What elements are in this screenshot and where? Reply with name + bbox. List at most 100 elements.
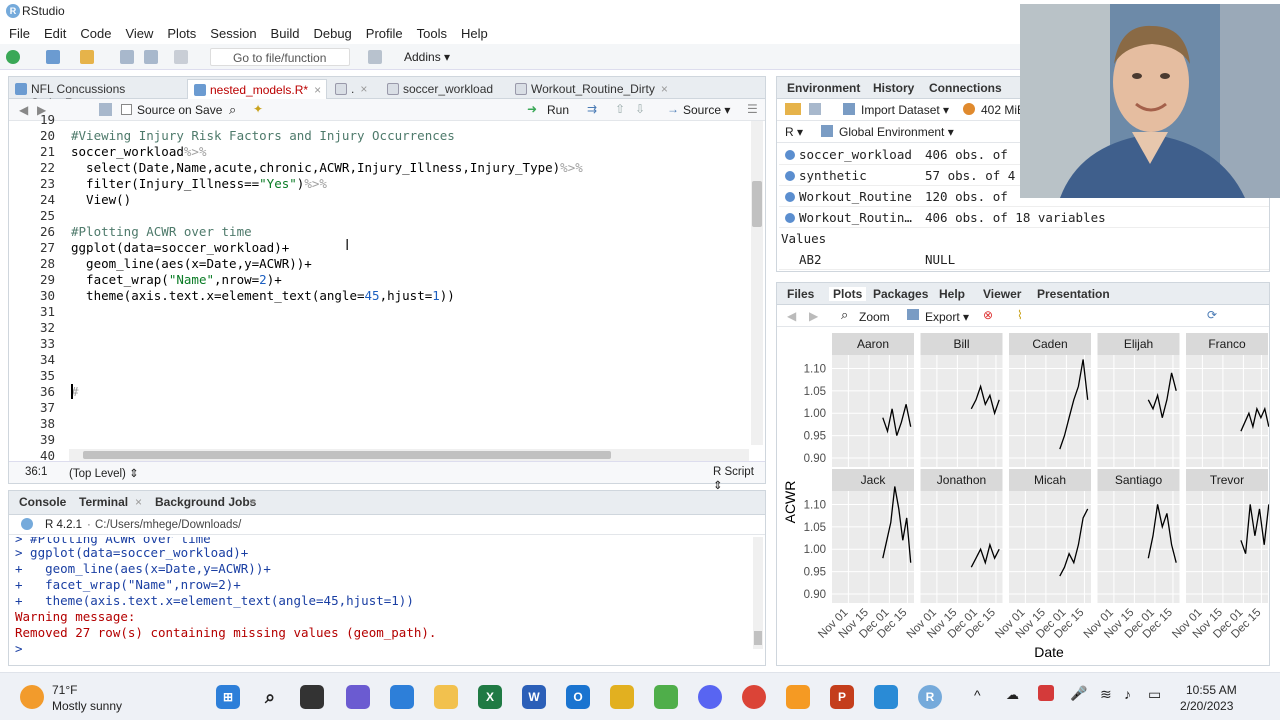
code-line-30[interactable]: theme(axis.text.x=element_text(angle=45,… (71, 288, 455, 303)
weather-temperature[interactable]: 71°F (52, 683, 77, 697)
microsoft-store-icon[interactable] (390, 685, 414, 709)
memory-usage[interactable]: 402 MiB (981, 103, 1025, 117)
editor-vertical-scrollbar[interactable] (751, 121, 763, 445)
weather-sun-icon[interactable] (20, 685, 44, 709)
recording-icon[interactable] (1038, 685, 1054, 701)
addins-button[interactable]: Addins ▾ (404, 50, 450, 64)
import-dataset-button[interactable]: Import Dataset ▾ (861, 103, 949, 117)
outline-icon[interactable]: ☰ (747, 102, 758, 116)
expand-icon[interactable] (785, 192, 795, 202)
task-view-icon[interactable] (300, 685, 324, 709)
volume-icon[interactable]: ♪ (1124, 686, 1131, 702)
source-button[interactable]: Source ▾ (683, 103, 730, 117)
clock-date[interactable]: 2/20/2023 (1180, 699, 1233, 713)
source-on-save-checkbox[interactable] (121, 104, 132, 115)
code-line-29[interactable]: facet_wrap("Name",nrow=2)+ (71, 272, 282, 287)
code-line-23[interactable]: filter(Injury_Illness=="Yes")%>% (71, 176, 327, 191)
tab-connections[interactable]: Connections (929, 81, 1002, 95)
tab-nfl-concussions[interactable]: NFL Concussions Script.R× (9, 79, 181, 110)
editor-horizontal-scrollbar[interactable] (69, 449, 749, 461)
tab-nested-models[interactable]: nested_models.R* × (187, 79, 327, 99)
tab-history[interactable]: History (873, 81, 914, 95)
save-icon[interactable] (120, 50, 134, 64)
remove-plot-icon[interactable]: ⊗ (983, 308, 993, 322)
tab-soccer-workload[interactable]: soccer_workload (381, 79, 505, 99)
save-icon[interactable] (99, 103, 112, 116)
teams-chat-icon[interactable] (346, 685, 370, 709)
close-icon[interactable]: × (249, 495, 256, 509)
chrome-icon[interactable] (742, 685, 766, 709)
snipping-tool-icon[interactable] (654, 685, 678, 709)
expand-icon[interactable] (785, 171, 795, 181)
menu-file[interactable]: File (2, 26, 37, 41)
refresh-icon[interactable]: ⟳ (1207, 308, 1217, 322)
new-file-icon[interactable] (6, 50, 20, 64)
menu-debug[interactable]: Debug (306, 26, 358, 41)
rerun-icon[interactable]: ⇉ (587, 102, 597, 116)
tab-background-jobs[interactable]: Background Jobs (155, 495, 256, 509)
menu-plots[interactable]: Plots (160, 26, 203, 41)
scope-selector[interactable]: Global Environment ▾ (839, 125, 954, 139)
powerbi-icon[interactable] (610, 685, 634, 709)
scroll-thumb[interactable] (752, 181, 762, 227)
zoom-button[interactable]: Zoom (859, 310, 890, 324)
tab-dot[interactable]: . × (329, 79, 379, 99)
powerpoint-icon[interactable]: P (830, 685, 854, 709)
back-arrow-icon[interactable]: ◀ (19, 103, 28, 117)
close-icon[interactable]: × (314, 83, 321, 97)
magic-wand-icon[interactable]: ✦ (253, 102, 263, 116)
env-value-row[interactable]: AB2 NULL (779, 249, 1269, 270)
scroll-thumb[interactable] (754, 631, 762, 645)
code-line-27[interactable]: ggplot(data=soccer_workload)+ (71, 240, 289, 255)
console-prompt[interactable]: > (15, 641, 23, 656)
menu-code[interactable]: Code (73, 26, 118, 41)
menu-view[interactable]: View (118, 26, 160, 41)
tab-help[interactable]: Help (939, 287, 965, 301)
battery-icon[interactable]: ▭ (1148, 686, 1161, 703)
tab-plots[interactable]: Plots (829, 287, 867, 301)
expand-icon[interactable] (785, 213, 795, 223)
outlook-icon[interactable]: O (566, 685, 590, 709)
discord-icon[interactable] (698, 685, 722, 709)
code-line-24[interactable]: View() (71, 192, 131, 207)
forward-arrow-icon[interactable]: ▶ (809, 309, 818, 323)
code-line-28[interactable]: geom_line(aes(x=Date,y=ACWR))+ (71, 256, 312, 271)
menu-help[interactable]: Help (454, 26, 495, 41)
down-arrow-icon[interactable]: ⇩ (635, 102, 645, 116)
tab-files[interactable]: Files (787, 287, 814, 301)
excel-icon[interactable]: X (478, 685, 502, 709)
weather-description[interactable]: Mostly sunny (52, 699, 122, 713)
close-icon[interactable]: × (360, 82, 367, 96)
code-line-22[interactable]: select(Date,Name,acute,chronic,ACWR,Inju… (71, 160, 583, 175)
code-line-26[interactable]: #Plotting ACWR over time (71, 224, 252, 239)
chevron-up-icon[interactable]: ^ (974, 687, 981, 703)
run-button[interactable]: Run (547, 103, 569, 117)
menu-build[interactable]: Build (264, 26, 307, 41)
app-icon[interactable] (786, 685, 810, 709)
notepad-icon[interactable] (874, 685, 898, 709)
file-explorer-icon[interactable] (434, 685, 458, 709)
code-line-20[interactable]: #Viewing Injury Risk Factors and Injury … (71, 128, 455, 143)
word-icon[interactable]: W (522, 685, 546, 709)
up-arrow-icon[interactable]: ⇧ (615, 102, 625, 116)
back-arrow-icon[interactable]: ◀ (787, 309, 796, 323)
export-button[interactable]: Export ▾ (925, 310, 969, 324)
tab-terminal[interactable]: Terminal (79, 495, 128, 509)
search-icon[interactable]: ⌕ (229, 102, 236, 118)
tab-environment[interactable]: Environment (787, 81, 860, 95)
scroll-thumb[interactable] (83, 451, 611, 459)
tab-workout-routine-dirty[interactable]: Workout_Routine_Dirty × (509, 79, 669, 99)
menu-profile[interactable]: Profile (359, 26, 410, 41)
wifi-icon[interactable]: ≋ (1100, 686, 1112, 703)
language-selector[interactable]: R ▾ (785, 125, 803, 139)
windows-start-icon[interactable]: ⊞ (216, 685, 240, 709)
save-all-icon[interactable] (144, 50, 158, 64)
print-icon[interactable] (174, 50, 188, 64)
menu-tools[interactable]: Tools (410, 26, 454, 41)
scope-selector[interactable]: (Top Level) ⇕ (69, 466, 139, 480)
menu-session[interactable]: Session (203, 26, 263, 41)
code-line-21[interactable]: soccer_workload%>% (71, 144, 206, 159)
close-icon[interactable]: × (661, 82, 668, 96)
file-type-selector[interactable]: R Script ⇕ (713, 466, 765, 492)
tab-console[interactable]: Console (19, 495, 66, 509)
